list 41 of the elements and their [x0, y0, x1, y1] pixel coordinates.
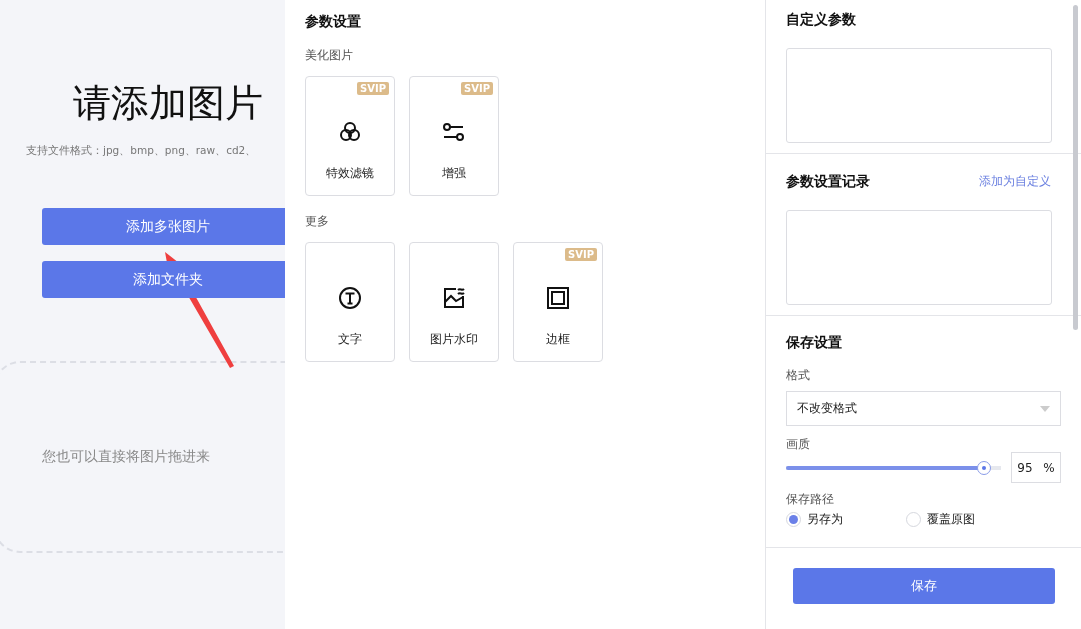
- svip-badge: SVIP: [357, 82, 389, 95]
- save-path-radio[interactable]: 另存为: [786, 511, 876, 528]
- tool-card[interactable]: SVIP 边框: [513, 242, 603, 362]
- history-field[interactable]: [786, 210, 1052, 305]
- upload-title: 请添加图片: [73, 80, 263, 127]
- custom-params-field[interactable]: [786, 48, 1052, 143]
- add-as-custom-link[interactable]: 添加为自定义: [979, 172, 1051, 190]
- slider-thumb[interactable]: [976, 460, 991, 475]
- frame-icon: [545, 285, 571, 311]
- supported-formats-text: 支持文件格式：jpg、bmp、png、raw、cd2、: [26, 144, 257, 158]
- add-folder-button[interactable]: 添加文件夹: [42, 261, 285, 298]
- group-label: 更多: [305, 213, 330, 230]
- tool-label: 特效滤镜: [326, 165, 374, 182]
- format-label: 格式: [786, 367, 811, 383]
- group-label: 美化图片: [305, 47, 354, 64]
- tool-card[interactable]: 图片水印: [409, 242, 499, 362]
- tool-card[interactable]: SVIP 特效滤镜: [305, 76, 395, 196]
- tool-card[interactable]: 文字: [305, 242, 395, 362]
- custom-params-title: 自定义参数: [786, 10, 856, 28]
- save-path-label: 保存路径: [786, 491, 835, 507]
- save-settings-title: 保存设置: [786, 333, 843, 351]
- save-path-radio[interactable]: 覆盖原图: [906, 511, 996, 528]
- format-dropdown[interactable]: 不改变格式: [786, 391, 1061, 426]
- tool-label: 边框: [546, 331, 570, 348]
- params-title: 参数设置: [305, 12, 362, 30]
- tool-card[interactable]: SVIP 增强: [409, 76, 499, 196]
- svip-badge: SVIP: [565, 248, 597, 261]
- quality-field[interactable]: 95 %: [1011, 452, 1061, 483]
- tool-label: 文字: [338, 331, 362, 348]
- add-images-button[interactable]: 添加多张图片: [42, 208, 285, 245]
- text-icon: [337, 285, 363, 311]
- image-icon: [441, 285, 467, 311]
- drop-hint: 您也可以直接将图片拖进来: [42, 448, 210, 466]
- caret-icon: [1040, 405, 1050, 412]
- scrollbar[interactable]: [1073, 5, 1078, 330]
- svip-badge: SVIP: [461, 82, 493, 95]
- save-button[interactable]: 保存: [793, 568, 1055, 604]
- quality-label: 画质: [786, 436, 811, 452]
- history-title: 参数设置记录: [786, 172, 870, 190]
- tool-label: 增强: [442, 165, 466, 182]
- tool-label: 图片水印: [430, 331, 478, 348]
